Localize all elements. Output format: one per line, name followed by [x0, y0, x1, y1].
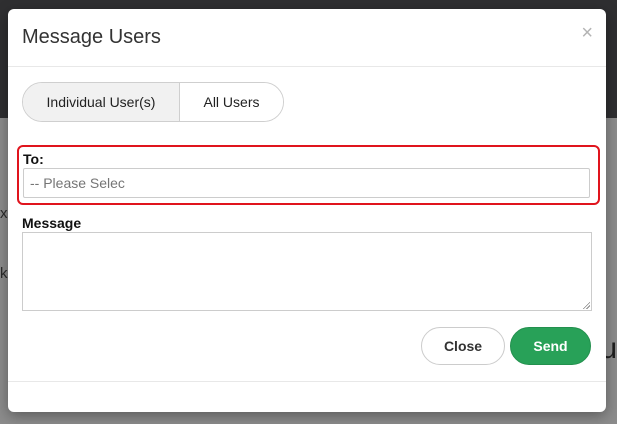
- close-button[interactable]: Close: [421, 327, 505, 365]
- all-users-tab[interactable]: All Users: [180, 83, 283, 121]
- close-icon[interactable]: ×: [581, 23, 593, 43]
- resize-handle-icon[interactable]: [582, 301, 590, 309]
- modal-header: Message Users ×: [8, 9, 606, 67]
- to-field-group: To:: [17, 145, 600, 205]
- footer-divider: [8, 381, 606, 382]
- message-textarea[interactable]: [22, 232, 592, 311]
- backdrop-text: k: [0, 265, 8, 282]
- to-recipient-select[interactable]: [23, 168, 590, 198]
- modal-title: Message Users: [22, 26, 161, 48]
- backdrop-text: x: [0, 205, 8, 222]
- recipient-toggle: Individual User(s) All Users: [22, 82, 284, 122]
- message-label: Message: [22, 215, 82, 231]
- individual-users-tab[interactable]: Individual User(s): [23, 83, 180, 121]
- to-label: To:: [23, 151, 44, 167]
- send-button[interactable]: Send: [510, 327, 591, 365]
- message-users-modal: Message Users × Individual User(s) All U…: [8, 9, 606, 412]
